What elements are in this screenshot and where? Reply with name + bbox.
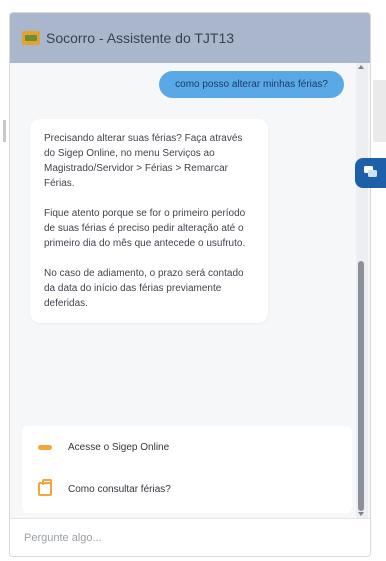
suggestion-consultar-ferias[interactable]: Como consultar férias?	[22, 468, 352, 510]
chat-toggle-button[interactable]	[355, 158, 386, 188]
bot-message-paragraph: No caso de adiamento, o prazo será conta…	[44, 268, 244, 309]
suggestion-label: Acesse o Sigep Online	[68, 441, 170, 453]
bot-message-bubble: Precisando alterar suas férias? Faça atr…	[30, 119, 268, 323]
message-scrollbar[interactable]	[356, 63, 368, 518]
suggestion-label: Como consultar férias?	[68, 483, 171, 495]
scroll-thumb[interactable]	[358, 261, 364, 511]
chat-window: Socorro - Assistente do TJT13 como posso…	[9, 12, 371, 557]
suggestion-sigep-online[interactable]: Acesse o Sigep Online	[22, 426, 352, 468]
chat-header: Socorro - Assistente do TJT13	[10, 13, 370, 63]
chat-bubble-icon	[364, 166, 377, 177]
bot-message-paragraph: Precisando alterar suas férias? Faça atr…	[44, 133, 243, 189]
page-left-edge-mark	[3, 120, 6, 142]
suggestion-list: Acesse o Sigep Online Como consultar fér…	[22, 426, 352, 513]
scroll-up-arrow-icon[interactable]	[358, 65, 364, 69]
bot-message-paragraph: Fique atento porque se for o primeiro pe…	[44, 208, 246, 249]
page-background-edge	[373, 80, 386, 142]
chat-icon	[22, 31, 40, 45]
message-input[interactable]	[22, 527, 356, 549]
scroll-down-arrow-icon[interactable]	[358, 512, 364, 516]
chat-title: Socorro - Assistente do TJT13	[46, 30, 235, 46]
briefcase-icon	[38, 479, 52, 496]
user-message-bubble: como posso alterar minhas férias?	[159, 71, 344, 98]
link-icon	[38, 440, 52, 454]
message-input-bar	[10, 518, 370, 556]
